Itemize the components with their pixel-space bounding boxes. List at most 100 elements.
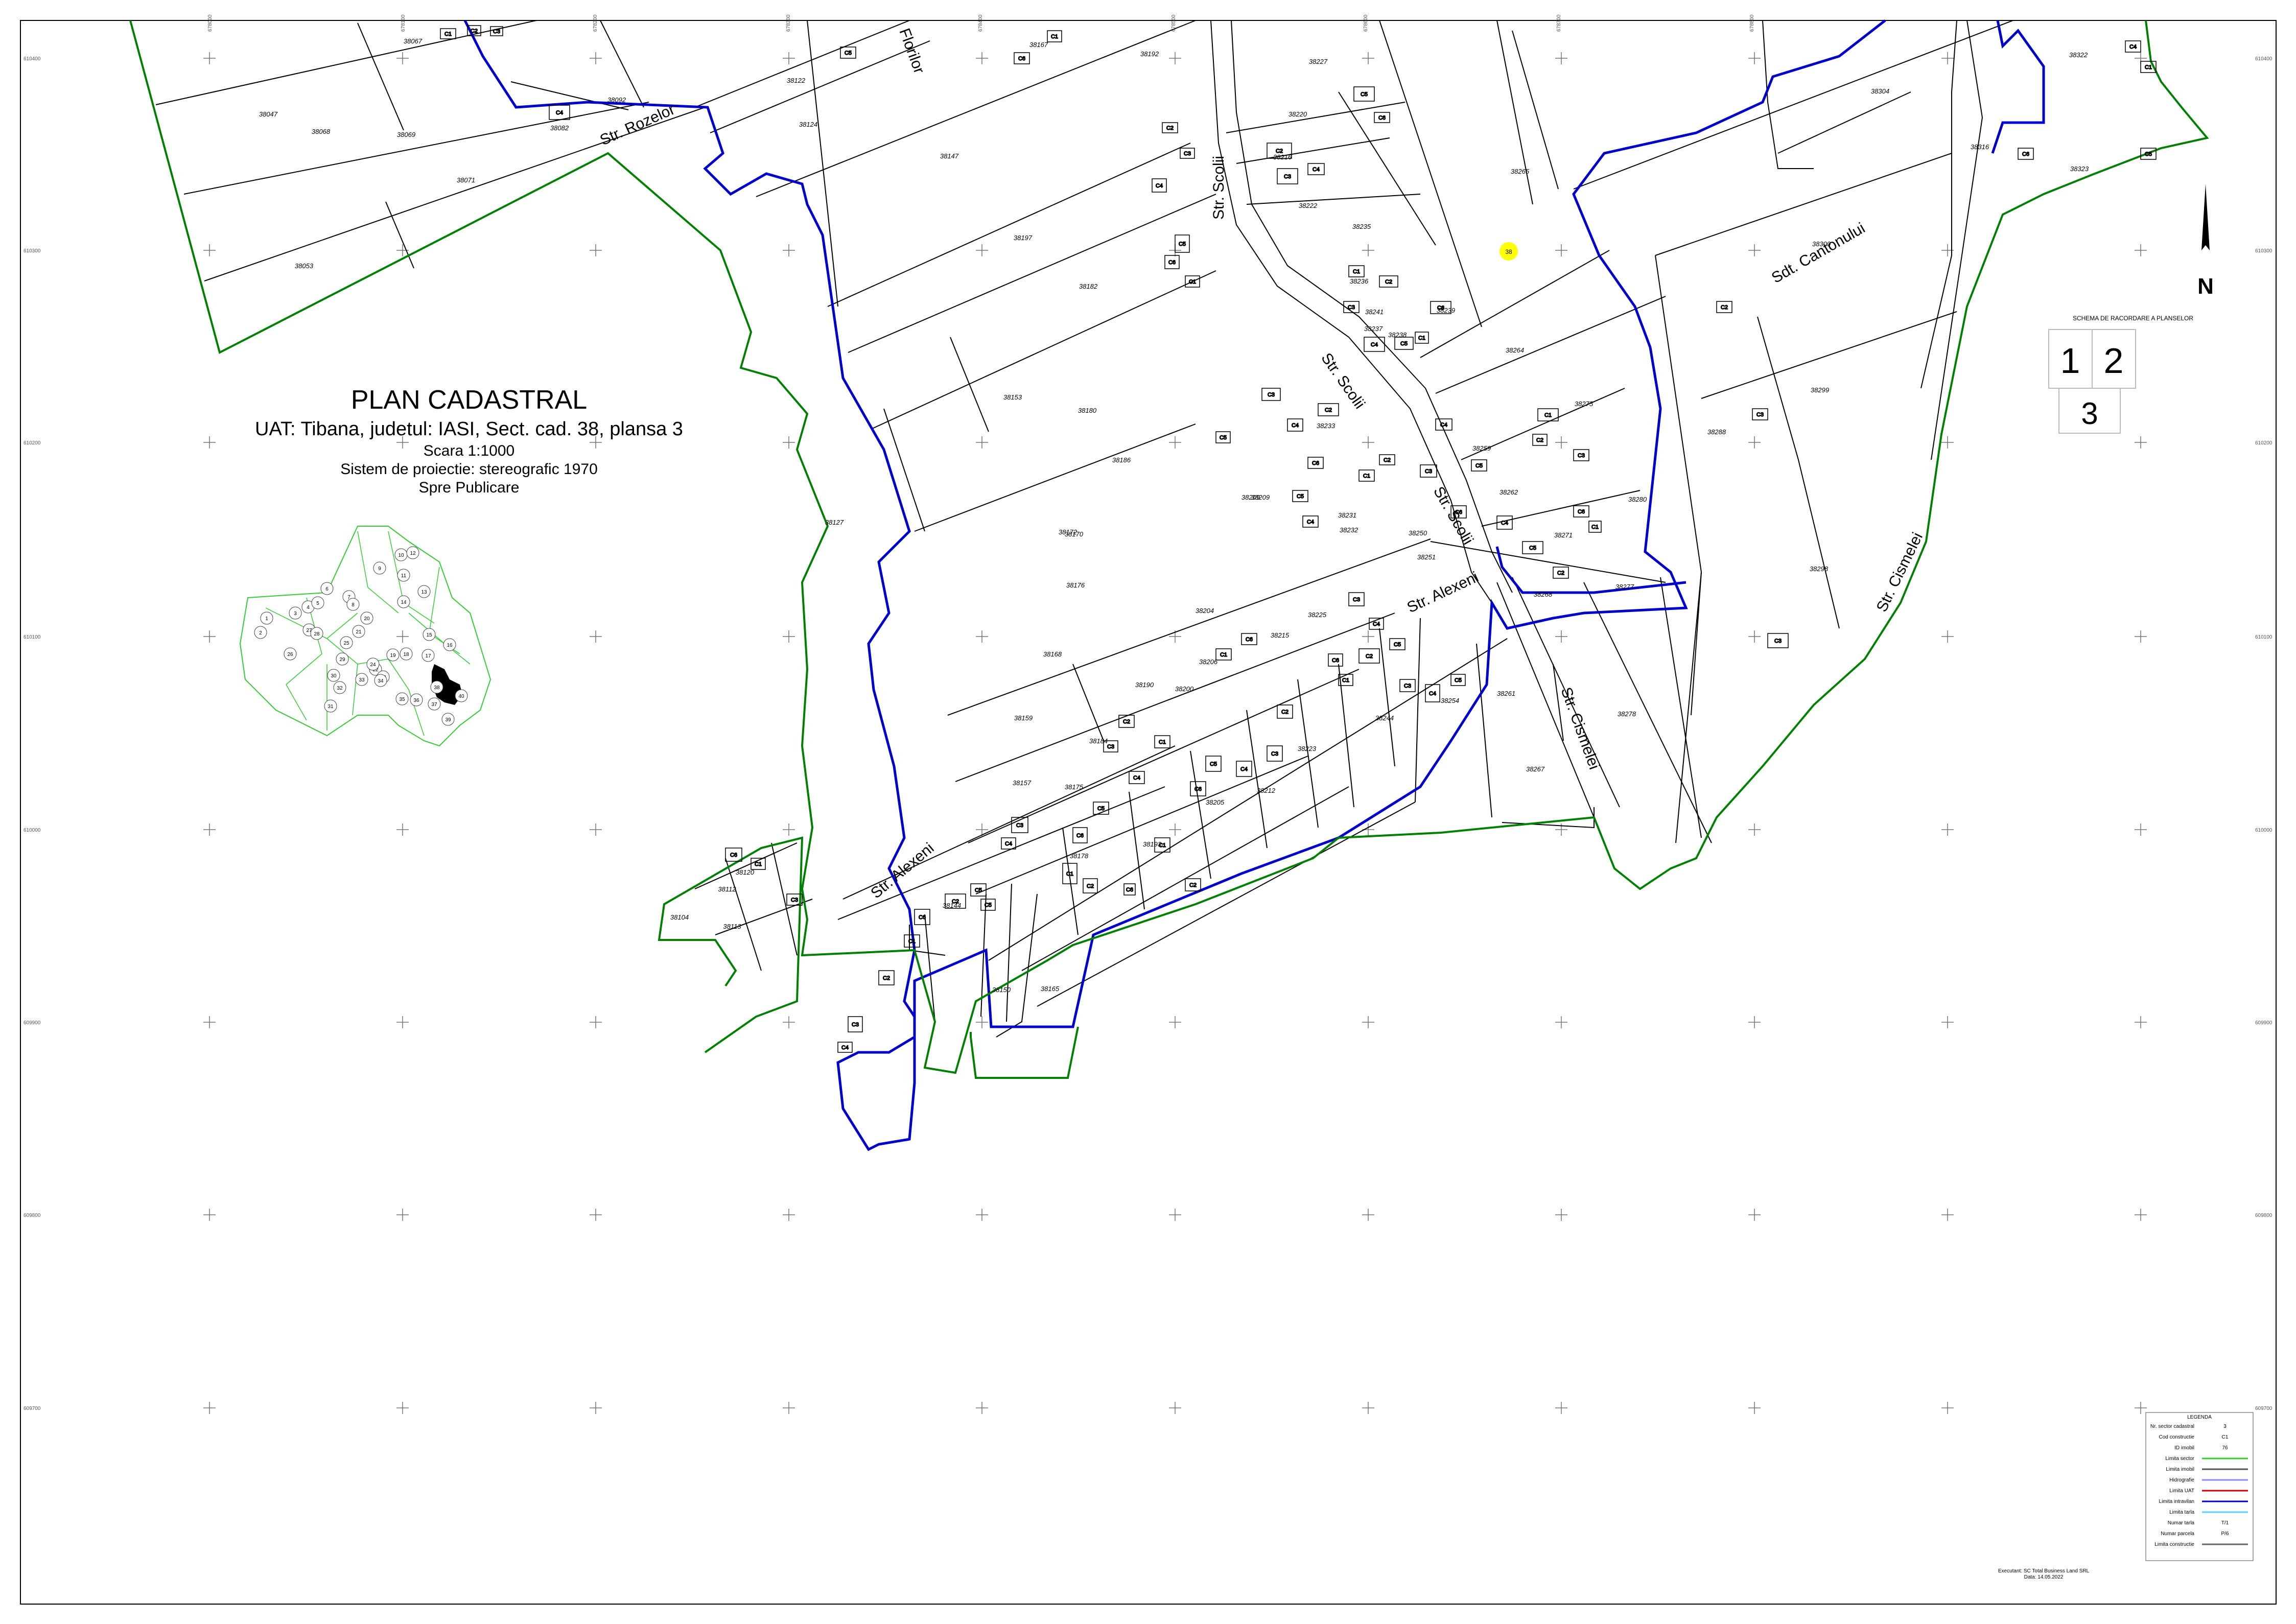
parcel-id-label: 38209 — [1251, 493, 1270, 501]
parcel-id-label: 38304 — [1871, 87, 1889, 95]
overview-sector-number: 36 — [413, 698, 419, 703]
construction-label: C4 — [1371, 342, 1378, 348]
plan-purpose: Spre Publicare — [419, 479, 520, 496]
coord-right-8: 609700 — [2255, 1406, 2272, 1411]
construction-label: C6 — [1194, 786, 1202, 792]
construction-label: C2 — [1721, 304, 1728, 311]
parcel-id-label: 38223 — [1298, 745, 1317, 752]
parcel-id-label: 38298 — [1810, 565, 1829, 573]
construction-label: C5 — [1361, 91, 1368, 98]
parcel-id-label: 38244 — [1375, 714, 1394, 722]
parcel-id-label: 38205 — [1206, 798, 1225, 806]
construction-label: C4 — [1292, 422, 1299, 429]
coord-top-8: 678700 — [1556, 14, 1562, 32]
coord-right-5: 610000 — [2255, 828, 2272, 833]
footer-date: Data: 14.05.2022 — [2024, 1574, 2064, 1580]
coord-left-1: 610400 — [24, 56, 41, 62]
overview-sector-number: 26 — [287, 652, 293, 657]
construction-label: C4 — [556, 110, 563, 116]
coord-top-5: 678400 — [978, 14, 983, 32]
construction-label: C3 — [1756, 412, 1764, 418]
parcel-id-label: 38233 — [1317, 422, 1336, 430]
parcel-id-label: 38068 — [312, 128, 331, 135]
legend-row-sample: 76 — [2222, 1445, 2228, 1451]
parcel-id-label: 38092 — [607, 96, 626, 104]
construction-label: C4 — [1133, 775, 1140, 781]
footer-executant: Executant: SC Total Business Land SRL — [1998, 1568, 2090, 1574]
legend-row-label: Limita imobil — [2166, 1467, 2194, 1472]
construction-label: C4 — [1313, 167, 1320, 173]
overview-sector-number: 15 — [426, 632, 432, 638]
construction-label: C1 — [1353, 269, 1360, 275]
parcel-id-label: 38235 — [1352, 223, 1371, 230]
parcel-id-label: 38212 — [1257, 787, 1276, 794]
construction-label: C3 — [1578, 453, 1585, 459]
parcel-id-label: 38225 — [1308, 611, 1327, 619]
parcel-id-label: 38275 — [1575, 400, 1594, 408]
parcel-id-label: 38206 — [1199, 658, 1218, 666]
parcel-id-label: 38197 — [1014, 234, 1033, 242]
overview-sector-number: 14 — [401, 600, 407, 605]
coord-left-5: 610000 — [24, 828, 41, 833]
construction-label: C5 — [1179, 241, 1186, 247]
parcel-id-label: 38216 — [1273, 153, 1292, 161]
overview-sector-number: 13 — [421, 590, 427, 595]
construction-label: C1 — [908, 938, 916, 945]
construction-label: C6 — [1246, 637, 1253, 643]
legend-row-sample: 3 — [2223, 1424, 2227, 1429]
parcel-id-label: 38147 — [940, 152, 959, 160]
construction-label: C4 — [1240, 766, 1248, 772]
construction-label: C6 — [730, 852, 737, 858]
parcel-id-label: 38069 — [397, 131, 415, 138]
parcel-id-label: 38254 — [1441, 697, 1459, 704]
parcel-id-label: 38176 — [1066, 581, 1085, 589]
sector-marker: 38 — [1500, 242, 1518, 261]
parcel-id-label: 38186 — [1112, 456, 1131, 464]
construction-label: C3 — [493, 29, 500, 35]
parcel-id-label: 38268 — [1534, 591, 1553, 598]
construction-label: C4 — [1307, 519, 1314, 525]
construction-label: C5 — [2145, 151, 2152, 157]
construction-label: C2 — [471, 28, 478, 34]
construction-label: C5 — [1400, 341, 1408, 347]
parcel-id-label: 38082 — [550, 124, 569, 132]
parcel-id-label: 38193 — [1143, 840, 1162, 848]
legend-title: LEGENDA — [2187, 1415, 2212, 1420]
construction-label: C5 — [1394, 642, 1401, 648]
overview-sector-number: 25 — [343, 641, 349, 646]
construction-label: C1 — [1544, 412, 1552, 418]
parcel-id-label: 38222 — [1299, 202, 1318, 209]
parcel-id-label: 38261 — [1497, 690, 1515, 697]
coord-right-6: 609900 — [2255, 1020, 2272, 1026]
construction-label: C3 — [1284, 174, 1291, 180]
construction-label: C1 — [1189, 279, 1196, 285]
overview-sector-number: 34 — [378, 678, 384, 684]
construction-label: C2 — [1557, 570, 1564, 576]
construction-label: C4 — [1156, 183, 1163, 189]
construction-label: C2 — [1385, 279, 1392, 285]
construction-label: C5 — [975, 887, 982, 893]
construction-label: C3 — [1404, 683, 1411, 689]
construction-label: C2 — [1366, 653, 1373, 660]
construction-label: C1 — [2145, 64, 2152, 70]
overview-sector-number: 37 — [431, 702, 437, 708]
coord-top-3: 678200 — [593, 14, 598, 32]
parcel-id-label: 38184 — [1089, 737, 1108, 745]
parcel-id-label: 38232 — [1340, 526, 1358, 534]
legend-row-label: Limita sector — [2165, 1456, 2194, 1462]
parcel-id-label: 38237 — [1364, 325, 1383, 333]
overview-sector-number: 38 — [434, 685, 440, 691]
parcel-id-label: 38262 — [1500, 488, 1518, 496]
overview-sector-number: 3 — [294, 611, 297, 617]
cadastral-map[interactable]: 610400 610300 610200 610100 610000 60990… — [0, 0, 2296, 1624]
construction-label: C1 — [444, 31, 452, 37]
parcel-id-label: 38122 — [787, 77, 806, 84]
construction-label: C1 — [1220, 652, 1227, 658]
construction-label: C5 — [1210, 761, 1217, 767]
overview-sector-number: 2 — [259, 630, 262, 636]
parcel-id-label: 38071 — [457, 176, 475, 184]
parcel-id-label: 38190 — [1135, 681, 1154, 689]
plan-scale: Scara 1:1000 — [424, 442, 514, 459]
construction-label: C1 — [1342, 677, 1349, 684]
overview-sector-number: 5 — [316, 601, 319, 606]
